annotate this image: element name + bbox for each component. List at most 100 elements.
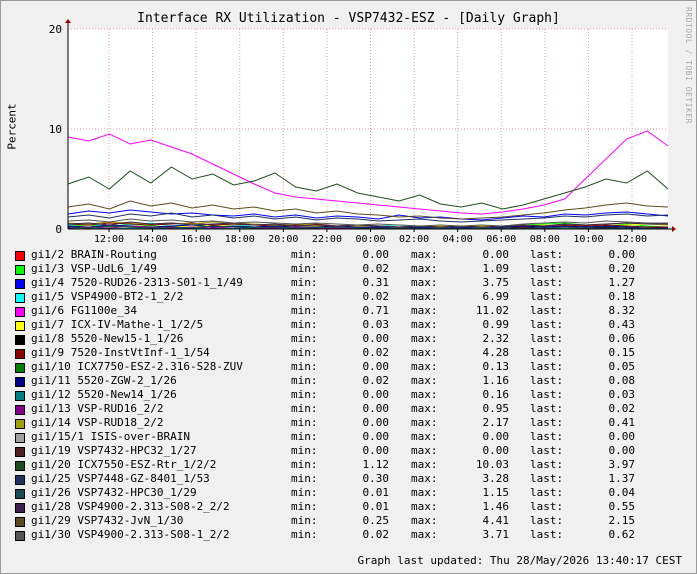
legend-last-label: last: <box>530 262 564 275</box>
legend-series-name: gi1/3 VSP-UdL6_1/49 <box>31 262 157 275</box>
legend-max-label: max: <box>411 514 438 527</box>
legend-min-label: min: <box>291 514 318 527</box>
legend-min-label: min: <box>291 444 318 457</box>
legend-last-label: last: <box>530 276 564 289</box>
legend-last-value: 0.62 <box>608 528 636 541</box>
legend-max-value: 0.13 <box>482 360 510 373</box>
legend-swatch <box>15 391 25 401</box>
legend-last-label: last: <box>530 444 564 457</box>
legend-min-label: min: <box>291 262 318 275</box>
legend-max-label: max: <box>411 374 438 387</box>
legend-last-value: 0.43 <box>608 318 636 331</box>
legend-swatch <box>15 447 25 457</box>
legend-last-label: last: <box>530 500 564 513</box>
legend-min-value: 0.02 <box>362 374 390 387</box>
legend-min-label: min: <box>291 430 318 443</box>
chart-area: 0 10 20 12:00 14:00 16:00 18:00 20:00 22:00 00:00… <box>49 19 676 245</box>
legend-min-label: min: <box>291 318 318 331</box>
legend-last-value: 0.55 <box>608 500 636 513</box>
x-tick-label: 06:00 <box>486 234 516 245</box>
legend-min-value: 0.31 <box>362 276 390 289</box>
legend-min-label: min: <box>291 374 318 387</box>
x-tick-label: 18:00 <box>225 234 255 245</box>
legend-max-label: max: <box>411 416 438 429</box>
legend-max-label: max: <box>411 458 438 471</box>
legend-series-name: gi1/15/1 ISIS-over-BRAIN <box>31 430 190 443</box>
y-tick-label: 10 <box>49 123 62 136</box>
legend-max-value: 0.00 <box>482 444 510 457</box>
legend-last-label: last: <box>530 458 564 471</box>
legend-last-label: last: <box>530 248 564 261</box>
legend-min-value: 0.03 <box>362 318 390 331</box>
legend-series-name: gi1/25 VSP7448-GZ-8401_1/53 <box>31 472 210 485</box>
legend-max-label: max: <box>411 444 438 457</box>
legend-min-value: 0.00 <box>362 248 390 261</box>
legend-min-label: min: <box>291 416 318 429</box>
legend-min-value: 0.00 <box>362 430 390 443</box>
legend-max-value: 3.75 <box>482 276 510 289</box>
y-tick-label: 20 <box>49 23 62 36</box>
legend-max-value: 1.46 <box>482 500 510 513</box>
legend-last-label: last: <box>530 360 564 373</box>
legend-min-label: min: <box>291 472 318 485</box>
legend-max-value: 10.03 <box>475 458 509 471</box>
legend-max-label: max: <box>411 276 438 289</box>
legend-max-value: 0.16 <box>482 388 510 401</box>
legend-max-value: 3.71 <box>482 528 510 541</box>
x-tick-label: 12:00 <box>94 234 124 245</box>
legend-max-label: max: <box>411 262 438 275</box>
legend-max-label: max: <box>411 486 438 499</box>
legend-max-label: max: <box>411 318 438 331</box>
legend-last-value: 0.00 <box>608 430 636 443</box>
legend-last-value: 0.18 <box>608 290 636 303</box>
legend-min-value: 0.00 <box>362 444 390 457</box>
legend-series-name: gi1/8 5520-New15-1_1/26 <box>31 332 184 345</box>
legend-series-name: gi1/14 VSP-RUD18_2/2 <box>31 416 164 429</box>
legend-last-value: 0.00 <box>608 444 636 457</box>
legend-min-value: 0.01 <box>362 486 390 499</box>
x-tick-label: 04:00 <box>443 234 473 245</box>
legend-min-value: 0.02 <box>362 290 390 303</box>
legend-last-label: last: <box>530 486 564 499</box>
legend-series-name: gi1/29 VSP7432-JvN_1/30 <box>31 514 184 527</box>
legend-max-value: 4.28 <box>482 346 510 359</box>
x-tick-label: 02:00 <box>399 234 429 245</box>
legend-last-label: last: <box>530 332 564 345</box>
legend-last-value: 0.15 <box>608 346 636 359</box>
legend-swatch <box>15 265 25 275</box>
legend-last-label: last: <box>530 346 564 359</box>
legend-last-label: last: <box>530 318 564 331</box>
graph-frame: Interface RX Utilization - VSP7432-ESZ -… <box>0 0 697 574</box>
x-tick-label: 14:00 <box>138 234 168 245</box>
x-tick-label: 20:00 <box>268 234 298 245</box>
legend-max-value: 0.95 <box>482 402 510 415</box>
legend-series-name: gi1/4 7520-RUD26-2313-S01-1_1/49 <box>31 276 243 289</box>
x-tick-label: 08:00 <box>530 234 560 245</box>
legend-series-name: gi1/13 VSP-RUD16_2/2 <box>31 402 164 415</box>
legend-series-name: gi1/11 5520-ZGW-2_1/26 <box>31 374 177 387</box>
legend-swatch <box>15 419 25 429</box>
legend-min-value: 0.01 <box>362 500 390 513</box>
legend-min-label: min: <box>291 500 318 513</box>
legend-max-value: 0.00 <box>482 248 510 261</box>
x-axis-arrow <box>672 226 676 232</box>
legend-swatch <box>15 307 25 317</box>
legend-series-name: gi1/28 VSP4900-2.313-S08-2_2/2 <box>31 500 230 513</box>
legend-swatch <box>15 517 25 527</box>
legend-max-value: 2.32 <box>482 332 510 345</box>
legend-series-name: gi1/5 VSP4900-BT2-1_2/2 <box>31 290 184 303</box>
legend-swatch <box>15 335 25 345</box>
legend-min-label: min: <box>291 290 318 303</box>
legend-min-value: 0.00 <box>362 416 390 429</box>
legend-min-label: min: <box>291 248 318 261</box>
legend-max-label: max: <box>411 472 438 485</box>
legend-max-value: 4.41 <box>482 514 510 527</box>
legend-min-label: min: <box>291 388 318 401</box>
y-axis-arrow <box>65 19 71 23</box>
legend-last-value: 0.00 <box>608 248 636 261</box>
legend-min-value: 0.00 <box>362 388 390 401</box>
legend-max-value: 6.99 <box>482 290 510 303</box>
legend-series-name: gi1/30 VSP4900-2.313-S08-1_2/2 <box>31 528 230 541</box>
legend-last-label: last: <box>530 472 564 485</box>
legend-max-value: 3.28 <box>482 472 510 485</box>
